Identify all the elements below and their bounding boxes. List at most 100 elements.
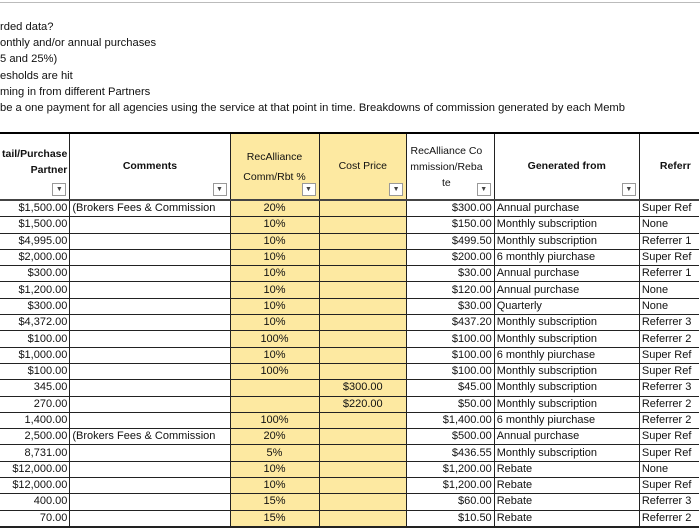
cell-generated[interactable]: Annual purchase xyxy=(494,429,639,445)
cell-generated[interactable]: Monthly subscription xyxy=(494,380,639,396)
cell-referrer[interactable]: Referrer 2 xyxy=(639,510,699,527)
cell-commission[interactable]: $300.00 xyxy=(407,200,495,217)
cell-pct[interactable]: 10% xyxy=(230,233,319,249)
note-line[interactable]: rded data? xyxy=(0,19,625,35)
cell-commission[interactable]: $100.00 xyxy=(407,363,495,379)
cell-commission[interactable]: $30.00 xyxy=(407,266,495,282)
cell-generated[interactable]: Monthly subscription xyxy=(494,363,639,379)
cell-amount[interactable]: $100.00 xyxy=(0,363,70,379)
cell-pct[interactable]: 10% xyxy=(230,249,319,265)
cell-commission[interactable]: $10.50 xyxy=(407,510,495,527)
cell-cost[interactable] xyxy=(319,510,407,527)
cell-amount[interactable]: $12,000.00 xyxy=(0,461,70,477)
cell-comments[interactable] xyxy=(70,396,230,412)
cell-comments[interactable] xyxy=(70,315,230,331)
cell-referrer[interactable]: Super Ref xyxy=(639,429,699,445)
cell-referrer[interactable]: Referrer 3 xyxy=(639,380,699,396)
cell-amount[interactable]: 8,731.00 xyxy=(0,445,70,461)
cell-referrer[interactable]: Referrer 2 xyxy=(639,412,699,428)
cell-comments[interactable] xyxy=(70,478,230,494)
cell-pct[interactable]: 10% xyxy=(230,315,319,331)
cell-pct[interactable]: 10% xyxy=(230,298,319,314)
cell-amount[interactable]: 1,400.00 xyxy=(0,412,70,428)
cell-commission[interactable]: $437.20 xyxy=(407,315,495,331)
cell-cost[interactable] xyxy=(319,461,407,477)
cell-commission[interactable]: $45.00 xyxy=(407,380,495,396)
cell-pct[interactable]: 20% xyxy=(230,200,319,217)
note-line[interactable]: esholds are hit xyxy=(0,68,625,84)
cell-cost[interactable] xyxy=(319,282,407,298)
cell-referrer[interactable]: Super Ref xyxy=(639,478,699,494)
cell-referrer[interactable]: None xyxy=(639,461,699,477)
filter-dropdown-icon[interactable]: ▼ xyxy=(389,183,403,196)
cell-cost[interactable] xyxy=(319,249,407,265)
cell-amount[interactable]: $1,500.00 xyxy=(0,217,70,233)
cell-comments[interactable] xyxy=(70,412,230,428)
note-line[interactable]: onthly and/or annual purchases xyxy=(0,35,625,51)
cell-comments[interactable] xyxy=(70,266,230,282)
cell-commission[interactable]: $499.50 xyxy=(407,233,495,249)
cell-comments[interactable] xyxy=(70,217,230,233)
filter-dropdown-icon[interactable]: ▼ xyxy=(302,183,316,196)
cell-comments[interactable] xyxy=(70,331,230,347)
cell-cost[interactable] xyxy=(319,363,407,379)
cell-cost[interactable] xyxy=(319,233,407,249)
cell-commission[interactable]: $200.00 xyxy=(407,249,495,265)
cell-generated[interactable]: Rebate xyxy=(494,510,639,527)
cell-amount[interactable]: 2,500.00 xyxy=(0,429,70,445)
cell-referrer[interactable]: Super Ref xyxy=(639,200,699,217)
cell-amount[interactable]: $1,200.00 xyxy=(0,282,70,298)
note-line[interactable]: be a one payment for all agencies using … xyxy=(0,100,625,116)
cell-comments[interactable]: (Brokers Fees & Commission xyxy=(70,200,230,217)
cell-pct[interactable]: 10% xyxy=(230,266,319,282)
cell-generated[interactable]: Monthly subscription xyxy=(494,445,639,461)
cell-comments[interactable] xyxy=(70,282,230,298)
cell-generated[interactable]: Monthly subscription xyxy=(494,315,639,331)
note-line[interactable]: 5 and 25%) xyxy=(0,51,625,67)
cell-referrer[interactable]: None xyxy=(639,298,699,314)
cell-cost[interactable] xyxy=(319,266,407,282)
cell-pct[interactable]: 10% xyxy=(230,347,319,363)
cell-cost[interactable] xyxy=(319,331,407,347)
cell-comments[interactable] xyxy=(70,461,230,477)
header-amount[interactable]: tail/Purchase Partner▼ xyxy=(0,133,70,200)
filter-dropdown-icon[interactable]: ▼ xyxy=(52,183,66,196)
cell-pct[interactable]: 10% xyxy=(230,478,319,494)
cell-referrer[interactable]: Super Ref xyxy=(639,249,699,265)
cell-comments[interactable] xyxy=(70,249,230,265)
cell-generated[interactable]: 6 monthly piurchase xyxy=(494,249,639,265)
cell-comments[interactable] xyxy=(70,510,230,527)
cell-pct[interactable] xyxy=(230,380,319,396)
cell-referrer[interactable]: Super Ref xyxy=(639,445,699,461)
cell-referrer[interactable]: None xyxy=(639,282,699,298)
cell-commission[interactable]: $100.00 xyxy=(407,347,495,363)
cell-pct[interactable]: 10% xyxy=(230,217,319,233)
cell-comments[interactable] xyxy=(70,347,230,363)
cell-cost[interactable]: $300.00 xyxy=(319,380,407,396)
header-pct[interactable]: RecAlliance Comm/Rbt %▼ xyxy=(230,133,319,200)
header-generated[interactable]: Generated from▼ xyxy=(494,133,639,200)
cell-amount[interactable]: $1,000.00 xyxy=(0,347,70,363)
cell-pct[interactable]: 100% xyxy=(230,412,319,428)
cell-generated[interactable]: Annual purchase xyxy=(494,266,639,282)
cell-amount[interactable]: $300.00 xyxy=(0,266,70,282)
cell-cost[interactable] xyxy=(319,298,407,314)
cell-amount[interactable]: 400.00 xyxy=(0,494,70,510)
cell-referrer[interactable]: Referrer 1 xyxy=(639,266,699,282)
cell-referrer[interactable]: Referrer 2 xyxy=(639,331,699,347)
cell-cost[interactable] xyxy=(319,200,407,217)
cell-generated[interactable]: Rebate xyxy=(494,478,639,494)
cell-generated[interactable]: Monthly subscription xyxy=(494,217,639,233)
cell-amount[interactable]: $300.00 xyxy=(0,298,70,314)
cell-cost[interactable] xyxy=(319,217,407,233)
cell-generated[interactable]: 6 monthly piurchase xyxy=(494,412,639,428)
cell-commission[interactable]: $120.00 xyxy=(407,282,495,298)
cell-pct[interactable]: 10% xyxy=(230,282,319,298)
cell-comments[interactable] xyxy=(70,380,230,396)
cell-commission[interactable]: $60.00 xyxy=(407,494,495,510)
cell-generated[interactable]: Rebate xyxy=(494,461,639,477)
filter-dropdown-icon[interactable]: ▼ xyxy=(213,183,227,196)
cell-referrer[interactable]: Referrer 3 xyxy=(639,494,699,510)
note-line[interactable]: ming in from different Partners xyxy=(0,84,625,100)
cell-commission[interactable]: $50.00 xyxy=(407,396,495,412)
